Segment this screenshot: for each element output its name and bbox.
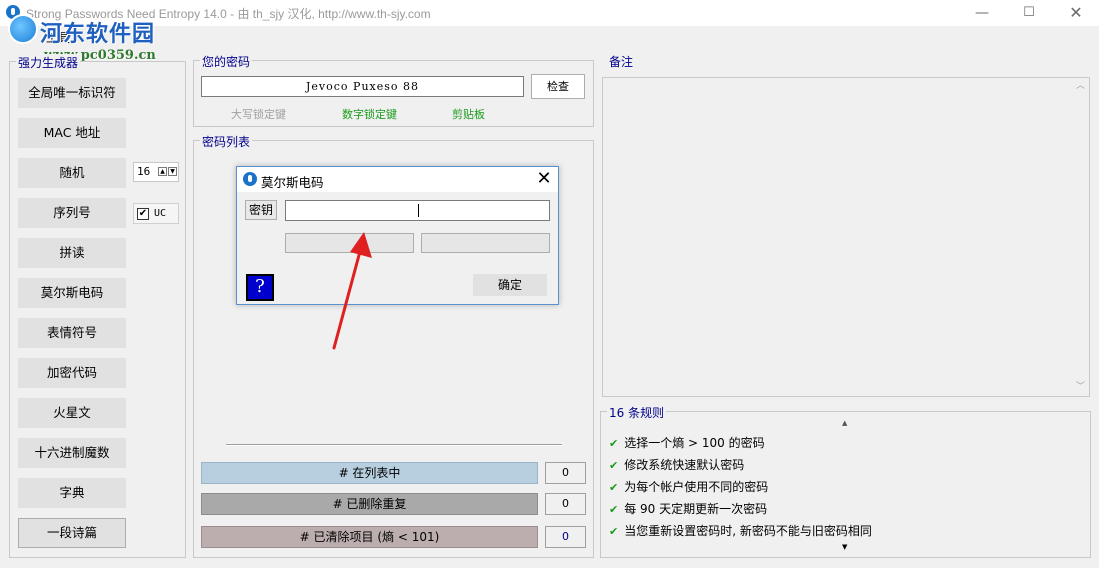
notes-scrollbar[interactable]: ︿ ﹀ [1072,78,1089,396]
help-icon[interactable]: ? [246,274,274,301]
menu-tools[interactable]: 工具 [46,29,70,46]
notes-group-label: 备注 [607,53,636,70]
numlock-indicator: 数字锁定键 [342,108,397,121]
checkmark-icon: ✔ [609,437,619,450]
capslock-indicator: 大写锁定键 [231,108,286,121]
rule-item: ✔ 当您重新设置密码时, 新密码不能与旧密码相同 [609,522,872,539]
uc-checkbox[interactable]: ✔ [137,208,149,220]
crypto-code-button[interactable]: 加密代码 [18,358,126,388]
rules-scroll-down-icon[interactable]: ▼ [842,543,847,551]
morse-output-field-1[interactable] [285,233,414,253]
stat-duplicates-value: 0 [545,493,586,515]
hex-magic-button[interactable]: 十六进制魔数 [18,438,126,468]
checkmark-icon: ✔ [609,503,619,516]
minimize-button[interactable]: — [959,0,1005,26]
title-bar: Strong Passwords Need Entropy 14.0 - 由 t… [0,0,1099,26]
dialog-title: 莫尔斯电码 [261,175,324,190]
close-window-button[interactable]: ✕ [1053,0,1099,26]
rule-item: ✔ 每 90 天定期更新一次密码 [609,500,767,517]
divider [226,444,562,446]
stat-in-list-label: # 在列表中 [201,462,538,484]
stat-in-list-value: 0 [545,462,586,484]
rule-text: 为每个帐户使用不同的密码 [624,480,769,494]
checkmark-icon: ✔ [609,459,619,472]
rule-item: ✔ 修改系统快速默认密码 [609,456,744,473]
spell-button[interactable]: 拼读 [18,238,126,268]
poem-button[interactable]: 一段诗篇 [18,518,126,548]
rule-item: ✔ 为每个帐户使用不同的密码 [609,478,768,495]
dialog-title-bar: 莫尔斯电码 ✕ [237,167,558,192]
app-icon [6,5,20,19]
menu-bar: 工具 [0,26,1099,48]
notes-textarea[interactable]: ︿ ﹀ [602,77,1090,397]
morse-dialog: 莫尔斯电码 ✕ 密钥 ? 确定 [236,166,559,305]
dialog-app-icon [243,172,257,186]
random-length-value: 16 [137,165,151,178]
checkmark-icon: ✔ [609,525,619,538]
spin-down-icon[interactable]: ▼ [168,167,177,176]
morse-button[interactable]: 莫尔斯电码 [18,278,126,308]
stat-cleared-value: 0 [545,526,586,548]
key-label: 密钥 [245,200,277,220]
uc-label: UC [154,208,167,219]
mac-address-button[interactable]: MAC 地址 [18,118,126,148]
rule-item: ✔ 选择一个熵 > 100 的密码 [609,434,765,451]
emoji-button[interactable]: 表情符号 [18,318,126,348]
check-button[interactable]: 检查 [531,74,585,99]
checkmark-icon: ✔ [609,481,619,494]
maximize-button[interactable]: ☐ [1006,0,1052,26]
spin-up-icon[interactable]: ▲ [158,167,167,176]
rules-group-label: 16 条规则 [607,404,667,421]
rule-text: 修改系统快速默认密码 [624,458,745,472]
password-list-group-label: 密码列表 [200,133,253,150]
stat-duplicates-label: # 已删除重复 [201,493,538,515]
rule-text: 当您重新设置密码时, 新密码不能与旧密码相同 [624,524,872,538]
clipboard-indicator[interactable]: 剪贴板 [452,106,485,122]
text-caret [418,204,419,217]
generator-group-label: 强力生成器 [16,54,81,71]
martian-button[interactable]: 火星文 [18,398,126,428]
uc-checkbox-container[interactable]: ✔ UC [133,203,179,224]
close-icon[interactable]: ✕ [533,168,555,190]
scroll-down-icon[interactable]: ﹀ [1072,379,1089,396]
password-field[interactable]: Jevoco Puxeso 88 [201,76,524,97]
scroll-up-icon[interactable]: ︿ [1072,78,1089,95]
serial-button[interactable]: 序列号 [18,198,126,228]
rule-text: 选择一个熵 > 100 的密码 [624,436,765,450]
key-input[interactable] [285,200,550,221]
dictionary-button[interactable]: 字典 [18,478,126,508]
random-length-stepper[interactable]: 16 ▲ ▼ [133,162,179,182]
window-title: Strong Passwords Need Entropy 14.0 - 由 t… [26,7,431,21]
rule-text: 每 90 天定期更新一次密码 [624,502,768,516]
guid-button[interactable]: 全局唯一标识符 [18,78,126,108]
morse-output-field-2[interactable] [421,233,550,253]
password-group-label: 您的密码 [200,53,253,70]
ok-button[interactable]: 确定 [473,274,547,296]
random-button[interactable]: 随机 [18,158,126,188]
stat-cleared-label: # 已清除项目 (熵 < 101) [201,526,538,548]
rules-scroll-up-icon[interactable]: ▲ [842,419,847,427]
